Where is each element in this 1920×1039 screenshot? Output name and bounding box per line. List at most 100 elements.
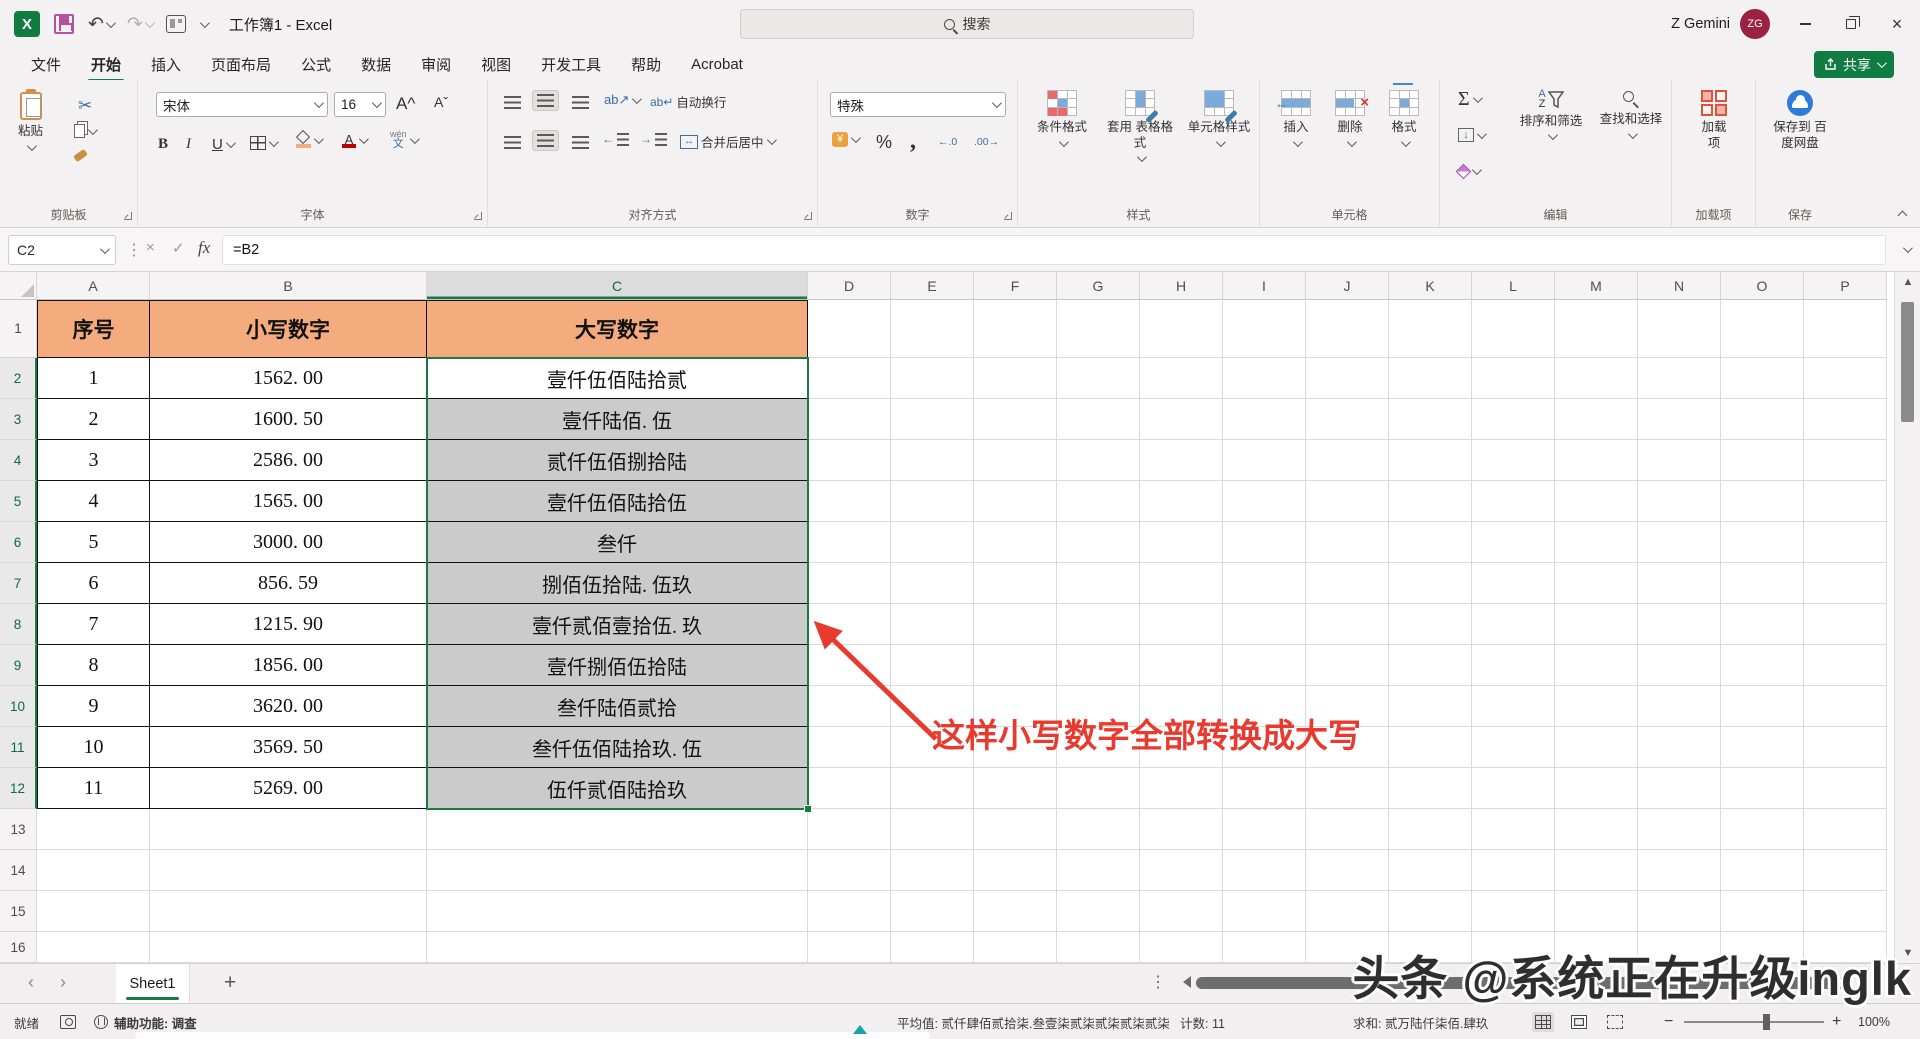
cell-K5[interactable]: [1389, 481, 1472, 522]
row-header-2[interactable]: 2: [0, 358, 37, 399]
merge-center-button[interactable]: ↔ 合并后居中: [680, 132, 774, 151]
cell-E4[interactable]: [891, 440, 974, 481]
cell-J9[interactable]: [1306, 645, 1389, 686]
cell-L3[interactable]: [1472, 399, 1555, 440]
cell-B6[interactable]: 3000. 00: [150, 522, 427, 563]
cell-K4[interactable]: [1389, 440, 1472, 481]
cell-A7[interactable]: 6: [37, 563, 150, 604]
cell-I16[interactable]: [1223, 932, 1306, 963]
cell-L1[interactable]: [1472, 300, 1555, 358]
cell-P13[interactable]: [1804, 809, 1887, 850]
cell-P15[interactable]: [1804, 891, 1887, 932]
cell-G15[interactable]: [1057, 891, 1140, 932]
tab-scroll-divider[interactable]: ⋮: [1150, 972, 1165, 992]
cell-C2[interactable]: 壹仟伍佰陆拾贰: [427, 358, 808, 399]
cell-B11[interactable]: 3569. 50: [150, 727, 427, 768]
cell-N8[interactable]: [1638, 604, 1721, 645]
cell-K8[interactable]: [1389, 604, 1472, 645]
bold-button[interactable]: B: [158, 136, 168, 153]
delete-cells-button[interactable]: × 删除: [1328, 90, 1372, 147]
phonetic-guide-button[interactable]: wén文: [390, 130, 417, 150]
find-select-button[interactable]: 查找和选择: [1592, 90, 1670, 139]
conditional-formatting-button[interactable]: 条件格式: [1026, 90, 1098, 147]
cell-F12[interactable]: [974, 768, 1057, 809]
cell-P10[interactable]: [1804, 686, 1887, 727]
row-header-5[interactable]: 5: [0, 481, 37, 522]
cell-A8[interactable]: 7: [37, 604, 150, 645]
row-header-16[interactable]: 16: [0, 932, 37, 963]
column-header-M[interactable]: M: [1555, 272, 1638, 300]
font-dialog-launcher[interactable]: [474, 212, 482, 220]
cell-J12[interactable]: [1306, 768, 1389, 809]
cell-H12[interactable]: [1140, 768, 1223, 809]
cell-J4[interactable]: [1306, 440, 1389, 481]
search-input[interactable]: 搜索: [740, 9, 1194, 39]
cell-B3[interactable]: 1600. 50: [150, 399, 427, 440]
cell-I4[interactable]: [1223, 440, 1306, 481]
cell-G9[interactable]: [1057, 645, 1140, 686]
close-button[interactable]: ×: [1874, 0, 1920, 48]
row-header-12[interactable]: 12: [0, 768, 37, 809]
cell-E2[interactable]: [891, 358, 974, 399]
insert-cells-button[interactable]: ← 插入: [1274, 90, 1318, 147]
cell-H15[interactable]: [1140, 891, 1223, 932]
zoom-slider-track[interactable]: [1684, 1021, 1824, 1023]
cell-B14[interactable]: [150, 850, 427, 891]
cell-D10[interactable]: [808, 686, 891, 727]
cell-A9[interactable]: 8: [37, 645, 150, 686]
cell-B5[interactable]: 1565. 00: [150, 481, 427, 522]
format-as-table-button[interactable]: 套用 表格格式: [1104, 90, 1176, 162]
row-header-13[interactable]: 13: [0, 809, 37, 850]
expand-formula-bar-icon[interactable]: [1903, 243, 1913, 253]
cell-I9[interactable]: [1223, 645, 1306, 686]
cancel-entry-icon[interactable]: ×: [146, 239, 155, 256]
cell-B10[interactable]: 3620. 00: [150, 686, 427, 727]
cell-J8[interactable]: [1306, 604, 1389, 645]
row-header-7[interactable]: 7: [0, 563, 37, 604]
column-header-O[interactable]: O: [1721, 272, 1804, 300]
align-bottom-button[interactable]: [568, 92, 593, 113]
cell-B9[interactable]: 1856. 00: [150, 645, 427, 686]
cell-A16[interactable]: [37, 932, 150, 963]
cell-E14[interactable]: [891, 850, 974, 891]
cell-E1[interactable]: [891, 300, 974, 358]
row-header-9[interactable]: 9: [0, 645, 37, 686]
cell-M13[interactable]: [1555, 809, 1638, 850]
cell-G16[interactable]: [1057, 932, 1140, 963]
cut-button[interactable]: ✂: [78, 96, 92, 116]
italic-button[interactable]: I: [186, 136, 191, 153]
cell-E8[interactable]: [891, 604, 974, 645]
column-header-D[interactable]: D: [808, 272, 891, 300]
cell-A2[interactable]: 1: [37, 358, 150, 399]
font-size-select[interactable]: 16: [334, 92, 386, 117]
cell-I2[interactable]: [1223, 358, 1306, 399]
page-break-view-button[interactable]: [1604, 1012, 1626, 1032]
cell-L15[interactable]: [1472, 891, 1555, 932]
row-header-1[interactable]: 1: [0, 300, 37, 358]
paste-button[interactable]: 粘贴: [18, 92, 43, 151]
cell-B1[interactable]: 小写数字: [150, 300, 427, 358]
cell-D1[interactable]: [808, 300, 891, 358]
cell-M5[interactable]: [1555, 481, 1638, 522]
collapse-ribbon-icon[interactable]: [1898, 211, 1908, 221]
cell-K2[interactable]: [1389, 358, 1472, 399]
cell-D4[interactable]: [808, 440, 891, 481]
cell-G14[interactable]: [1057, 850, 1140, 891]
cell-L9[interactable]: [1472, 645, 1555, 686]
autosum-button[interactable]: Σ: [1458, 88, 1480, 111]
next-sheet-icon[interactable]: ›: [60, 972, 66, 993]
decrease-decimal-button[interactable]: .00→: [974, 136, 999, 148]
insert-function-icon[interactable]: fx: [198, 238, 210, 258]
redo-button[interactable]: ↷: [127, 15, 152, 34]
cell-N15[interactable]: [1638, 891, 1721, 932]
cell-P14[interactable]: [1804, 850, 1887, 891]
cell-K7[interactable]: [1389, 563, 1472, 604]
cell-J15[interactable]: [1306, 891, 1389, 932]
cell-I3[interactable]: [1223, 399, 1306, 440]
row-header-14[interactable]: 14: [0, 850, 37, 891]
customize-qat-icon[interactable]: [200, 18, 210, 28]
comma-style-button[interactable]: ,: [910, 128, 916, 155]
formula-bar-drag-handle[interactable]: ⋮: [126, 240, 141, 260]
cell-O10[interactable]: [1721, 686, 1804, 727]
cell-F5[interactable]: [974, 481, 1057, 522]
